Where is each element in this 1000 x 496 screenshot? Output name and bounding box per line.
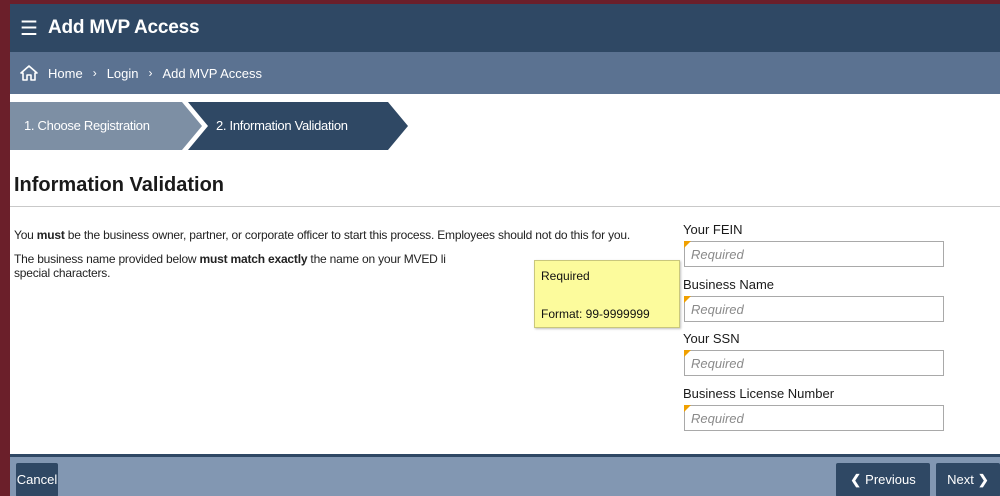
business-license-label: Business License Number (683, 386, 835, 401)
breadcrumb-home[interactable]: Home (48, 66, 83, 81)
tooltip-format: Format: 99-9999999 (541, 307, 650, 321)
previous-button[interactable]: ❮ Previous (836, 463, 930, 496)
breadcrumb-login[interactable]: Login (107, 66, 139, 81)
ssn-label: Your SSN (683, 331, 740, 346)
business-name-input[interactable] (684, 296, 944, 322)
footer-bar: Cancel ❮ Previous Next ❯ (10, 454, 1000, 496)
instruction-owner: You must be the business owner, partner,… (14, 228, 674, 242)
cancel-button-label: Cancel (16, 472, 58, 487)
app-window: ☰ Add MVP Access Home › Login › Add MVP … (10, 4, 1000, 496)
previous-button-label: Previous (865, 472, 916, 487)
step-information-validation: 2. Information Validation (216, 118, 348, 133)
chevron-left-icon: ❮ (850, 472, 862, 487)
business-name-label: Business Name (683, 277, 775, 292)
business-license-input[interactable] (684, 405, 944, 431)
breadcrumb-separator-icon: › (92, 66, 97, 80)
step-choose-registration[interactable]: 1. Choose Registration (24, 102, 150, 150)
app-title: Add MVP Access (48, 17, 200, 38)
ssn-input[interactable] (684, 350, 944, 376)
wizard-steps: 1. Choose Registration 2. Information Va… (10, 102, 410, 150)
chevron-right-icon: ❯ (977, 472, 989, 487)
cancel-button[interactable]: Cancel (16, 463, 58, 496)
fein-label: Your FEIN (683, 222, 743, 237)
next-button-label: Next (947, 472, 974, 487)
next-button[interactable]: Next ❯ (936, 463, 1000, 496)
instruction-text: be the business owner, partner, or corpo… (64, 228, 630, 242)
title-divider (10, 206, 1000, 207)
window-frame-left (0, 0, 10, 496)
breadcrumb-current: Add MVP Access (162, 65, 262, 81)
instruction-text: the name on your MVED li (307, 252, 446, 266)
tooltip-required: Required (541, 269, 590, 283)
instruction-emphasis: must (36, 228, 65, 242)
title-bar: ☰ Add MVP Access (10, 4, 1000, 52)
fein-format-tooltip: Required Format: 99-9999999 (534, 260, 680, 328)
hamburger-icon[interactable]: ☰ (12, 16, 46, 41)
home-icon[interactable] (20, 65, 38, 81)
instruction-text: special characters. (14, 266, 111, 280)
instruction-emphasis: must match exactly (199, 252, 308, 266)
breadcrumb: Home › Login › Add MVP Access (10, 52, 1000, 94)
instruction-text: You (14, 228, 37, 242)
breadcrumb-separator-icon: › (148, 66, 153, 80)
fein-input[interactable] (684, 241, 944, 267)
page-title: Information Validation (14, 174, 225, 196)
instruction-text: The business name provided below (14, 252, 200, 266)
